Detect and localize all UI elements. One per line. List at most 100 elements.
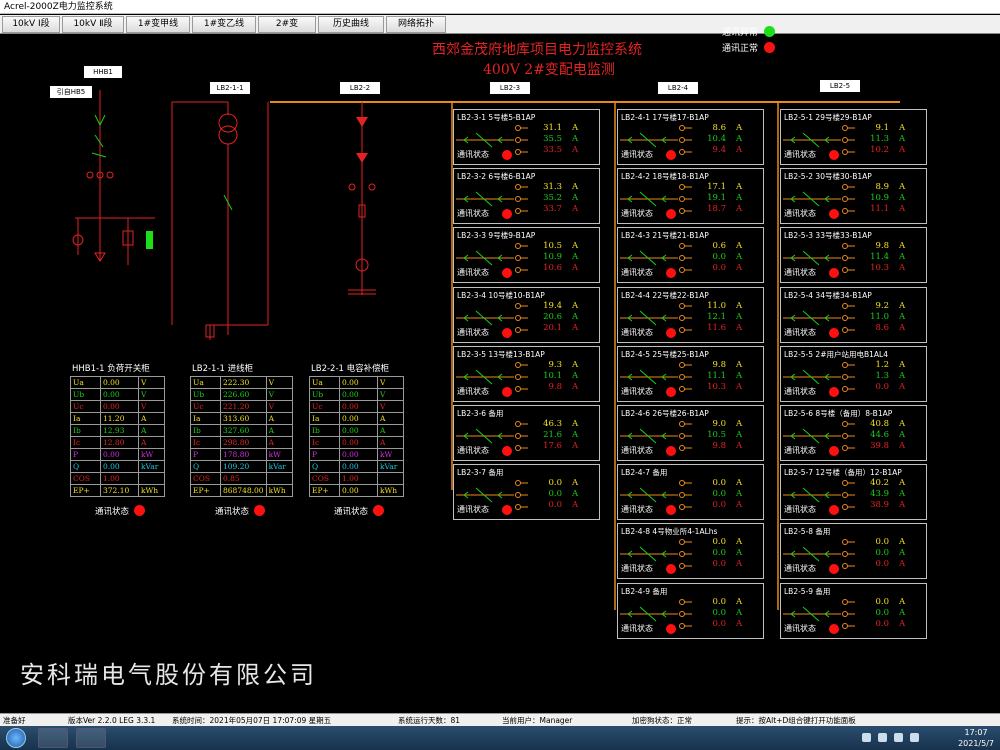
feeder-cell[interactable]: LB2-4-7 备用 0.0 0.0 0.0 A A A 通讯状态 [617,464,764,521]
panel-title: LB2-2-1 电容补偿柜 [311,364,390,374]
feeder-unit: A [899,322,906,333]
menu-button[interactable]: 网络拓扑 [386,16,446,33]
feeder-unit: A [736,193,743,204]
comm-status-label: 通讯状态 [457,386,489,396]
feeder-cell[interactable]: LB2-4-4 22号楼22-B1AP 11.0 12.1 11.6 A A A 通讯状态 [617,286,764,343]
feeder-cell[interactable]: LB2-4-6 26号楼26-B1AP 9.0 10.5 9.8 A A A 通讯状态 [617,405,764,461]
meter-value: 0.00 [339,388,378,401]
feeder-ic: 18.7 [707,204,726,215]
panel-title: LB2-1-1 进线柜 [192,364,254,374]
meter-unit: kWh [377,484,404,497]
feeder-unit: A [572,182,579,193]
meter-unit [138,472,165,485]
feeder-name: LB2-5-4 34号楼34-B1AP [784,290,872,300]
feeder-cell[interactable]: LB2-5-9 备用 0.0 0.0 0.0 A A A 通讯状态 [780,582,927,639]
comm-status-label: 通讯状态 [95,507,130,517]
feeder-ib: 11.4 [870,252,889,263]
feeder-cell[interactable]: LB2-4-5 25号楼25-B1AP 9.8 11.1 10.3 A A A 通讯状态 [617,345,764,402]
tray-icon[interactable] [862,733,871,742]
feeder-ia: 0.0 [712,537,726,548]
tag-lb2-4: LB2-4 [658,82,698,94]
meter-value: 12.93 [100,424,139,437]
feeder-cell[interactable]: LB2-3-4 10号楼10-B1AP 19.4 20.6 20.1 A A A 通讯状态 [453,286,600,343]
feeder-name: LB2-5-9 备用 [784,586,831,596]
feeder-name: LB2-5-3 33号楼33-B1AP [784,231,872,241]
feeder-cell[interactable]: LB2-3-7 备用 0.0 0.0 0.0 A A A 通讯状态 [453,464,600,521]
meter-unit: kVar [377,460,404,473]
network-icon[interactable] [910,733,919,742]
system-clock[interactable]: 17:07 2021/5/7 [958,727,994,749]
feeder-ib: 11.0 [870,311,889,322]
feeder-cell[interactable]: LB2-3-5 13号楼13-B1AP 9.3 10.1 9.8 A A A 通讯状态 [453,345,600,402]
feeder-cell[interactable]: LB2-5-3 33号楼33-B1AP 9.8 11.4 10.3 A A A 通讯状态 [780,227,927,284]
volume-icon[interactable] [894,733,903,742]
menu-button[interactable]: 10kV Ⅱ段 [62,16,124,33]
feeder-unit: A [736,182,743,193]
feeder-name: LB2-5-8 备用 [784,527,831,537]
feeder-ic: 8.6 [875,322,889,333]
feeder-ic: 39.8 [870,441,889,451]
status-days: 系统运行天数：81 [398,716,461,725]
feeder-unit: A [572,204,579,215]
meter-row: Ib 327.60 A [190,424,293,437]
feeder-unit: A [736,478,743,489]
feeder-unit: A [572,123,579,133]
comm-status-label: 通讯状态 [457,268,489,278]
menu-button[interactable]: 10kV Ⅰ段 [2,16,60,33]
meter-unit: A [265,436,293,449]
meter-key: Ic [190,436,221,449]
feeder-ib: 0.0 [548,489,562,500]
meter-row: Ib 0.00 A [309,424,404,437]
feeder-unit: A [899,241,906,252]
feeder-ia: 10.5 [543,241,562,252]
feeder-name: LB2-4-4 22号楼22-B1AP [621,290,709,300]
comm-status-label: 通讯状态 [621,446,653,455]
feeder-cell[interactable]: LB2-3-2 6号楼6-B1AP 31.3 35.2 33.7 A A A 通讯状态 [453,168,600,225]
feeder-cell[interactable]: LB2-4-3 21号楼21-B1AP 0.6 0.0 0.0 A A A 通讯状态 [617,227,764,284]
meter-value: 0.00 [100,448,139,461]
feeder-cell[interactable]: LB2-5-1 29号楼29-B1AP 9.1 11.3 10.2 A A A 通讯状态 [780,109,927,165]
menu-button[interactable]: 1#变甲线 [126,16,190,33]
feeder-unit: A [899,182,906,193]
feeder-unit: A [736,145,743,155]
feeder-ib: 11.1 [707,370,726,381]
feeder-cell[interactable]: LB2-5-7 12号楼（备用）12-B1AP 40.2 43.9 38.9 A A A 通讯… [780,464,927,521]
feeder-cell[interactable]: LB2-3-6 备用 46.3 21.6 17.6 A A A 通讯状态 [453,405,600,461]
meter-value: 12.80 [100,436,139,449]
tray-icon[interactable] [878,733,887,742]
feeder-ib: 10.9 [870,193,889,204]
feeder-ib: 10.9 [543,252,562,263]
feeder-cell[interactable]: LB2-3-1 5号楼5-B1AP 31.1 35.5 33.5 A A A 通讯状态 [453,109,600,165]
feeder-cell[interactable]: LB2-4-8 4号物业所4-1ALhs 0.0 0.0 0.0 A A A 通讯状态 [617,523,764,580]
feeder-cell[interactable]: LB2-4-9 备用 0.0 0.0 0.0 A A A 通讯状态 [617,582,764,639]
feeder-cell[interactable]: LB2-3-3 9号楼9-B1AP 10.5 10.9 10.6 A A A 通讯状态 [453,227,600,284]
feeder-ib: 1.3 [875,370,889,381]
status-user: 当前用户：Manager [502,716,573,725]
clock-date: 2021/5/7 [958,739,994,748]
scada-app-icon[interactable] [38,728,68,748]
feeder-cell[interactable]: LB2-5-6 8号楼（备用）8-B1AP 40.8 44.6 39.8 A A A 通讯状态 [780,405,927,461]
menu-button[interactable]: 1#变乙线 [192,16,256,33]
feeder-unit: A [572,419,579,429]
meter-key: Uc [190,400,221,413]
feeder-cell[interactable]: LB2-5-5 2#用户站用电B1AL4 1.2 1.3 0.0 A A A 通讯状态 [780,345,927,402]
feeder-unit: A [736,300,743,311]
feeder-cell[interactable]: LB2-5-2 30号楼30-B1AP 8.9 10.9 11.1 A A A 通讯状态 [780,168,927,225]
status-bar: 准备好 版本Ver 2.2.0 LEG 3.3.1 系统时间：2021年05月0… [0,713,1000,726]
menu-button[interactable]: 2#变 [258,16,316,33]
feeder-unit: A [736,134,743,144]
meter-value: 1.00 [339,472,378,485]
meter-unit [377,472,404,485]
meter-value: 0.85 [220,472,267,485]
start-button[interactable] [6,728,26,748]
menu-button[interactable]: 历史曲线 [318,16,384,33]
office-app-icon[interactable] [76,728,106,748]
feeder-cell[interactable]: LB2-4-2 18号楼18-B1AP 17.1 19.1 18.7 A A A 通讯状态 [617,168,764,225]
meter-row: P 178.80 kW [190,448,293,461]
feeder-cell[interactable]: LB2-5-8 备用 0.0 0.0 0.0 A A A 通讯状态 [780,523,927,580]
feeder-unit: A [899,134,906,144]
feeder-cell[interactable]: LB2-4-1 17号楼17-B1AP 8.6 10.4 9.4 A A A 通讯状态 [617,109,764,165]
comm-status-label: 通讯状态 [784,327,816,337]
comm-status-label: 通讯状态 [621,505,653,515]
feeder-cell[interactable]: LB2-5-4 34号楼34-B1AP 9.2 11.0 8.6 A A A 通讯状态 [780,286,927,343]
